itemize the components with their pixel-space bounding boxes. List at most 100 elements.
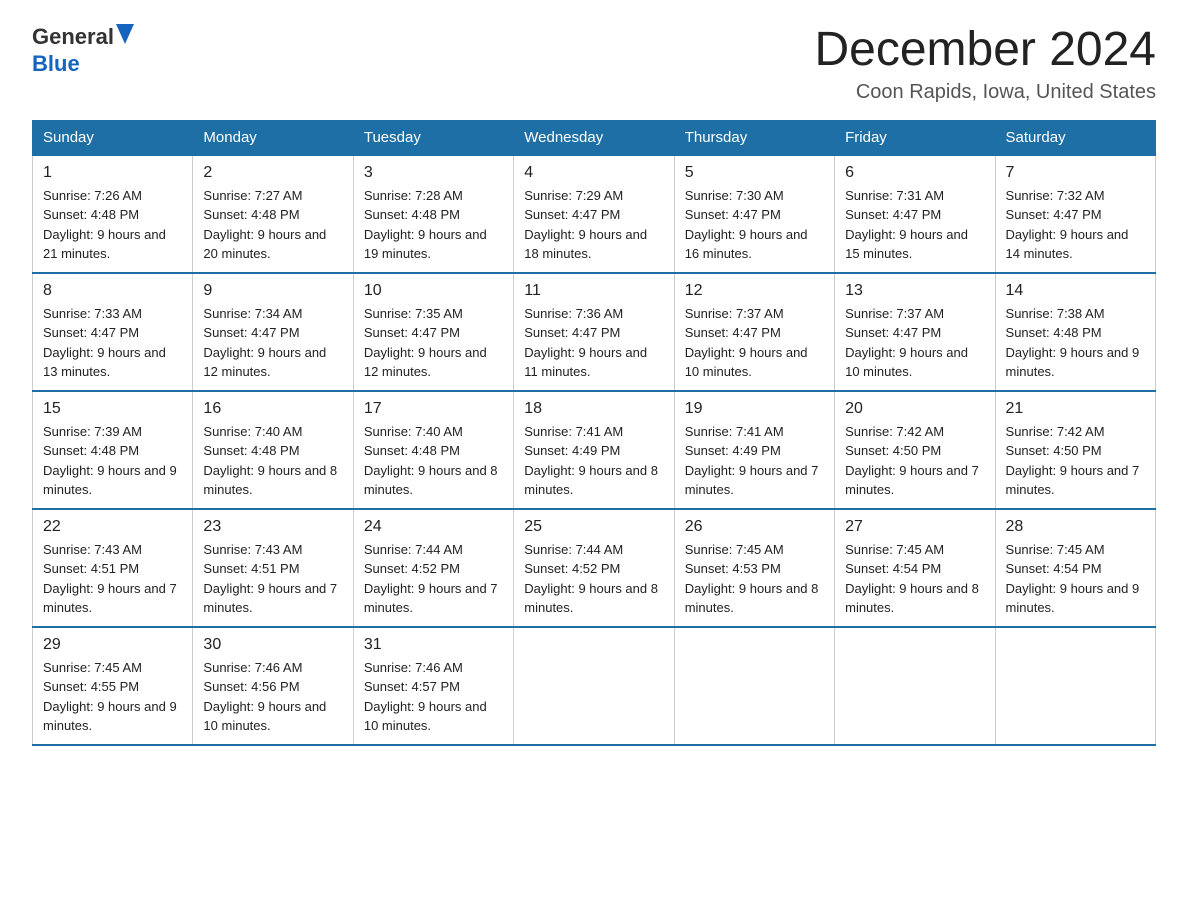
day-info: Sunrise: 7:37 AMSunset: 4:47 PMDaylight:… (685, 306, 808, 380)
day-number: 20 (845, 400, 984, 418)
calendar-week-row: 29 Sunrise: 7:45 AMSunset: 4:55 PMDaylig… (33, 627, 1156, 745)
day-info: Sunrise: 7:33 AMSunset: 4:47 PMDaylight:… (43, 306, 166, 380)
day-info: Sunrise: 7:39 AMSunset: 4:48 PMDaylight:… (43, 424, 177, 498)
table-row: 9 Sunrise: 7:34 AMSunset: 4:47 PMDayligh… (193, 273, 353, 391)
day-info: Sunrise: 7:32 AMSunset: 4:47 PMDaylight:… (1006, 188, 1129, 262)
day-number: 31 (364, 636, 503, 654)
day-number: 17 (364, 400, 503, 418)
calendar-week-row: 1 Sunrise: 7:26 AMSunset: 4:48 PMDayligh… (33, 155, 1156, 273)
day-info: Sunrise: 7:26 AMSunset: 4:48 PMDaylight:… (43, 188, 166, 262)
day-number: 24 (364, 518, 503, 536)
table-row: 19 Sunrise: 7:41 AMSunset: 4:49 PMDaylig… (674, 391, 834, 509)
logo-triangle-icon (116, 24, 134, 49)
day-info: Sunrise: 7:38 AMSunset: 4:48 PMDaylight:… (1006, 306, 1140, 380)
day-number: 28 (1006, 518, 1145, 536)
table-row (514, 627, 674, 745)
table-row: 3 Sunrise: 7:28 AMSunset: 4:48 PMDayligh… (353, 155, 513, 273)
day-number: 7 (1006, 164, 1145, 182)
day-info: Sunrise: 7:31 AMSunset: 4:47 PMDaylight:… (845, 188, 968, 262)
table-row: 8 Sunrise: 7:33 AMSunset: 4:47 PMDayligh… (33, 273, 193, 391)
table-row: 23 Sunrise: 7:43 AMSunset: 4:51 PMDaylig… (193, 509, 353, 627)
day-info: Sunrise: 7:44 AMSunset: 4:52 PMDaylight:… (524, 542, 658, 616)
day-info: Sunrise: 7:28 AMSunset: 4:48 PMDaylight:… (364, 188, 487, 262)
table-row: 28 Sunrise: 7:45 AMSunset: 4:54 PMDaylig… (995, 509, 1155, 627)
day-number: 25 (524, 518, 663, 536)
table-row: 11 Sunrise: 7:36 AMSunset: 4:47 PMDaylig… (514, 273, 674, 391)
day-info: Sunrise: 7:40 AMSunset: 4:48 PMDaylight:… (203, 424, 337, 498)
day-info: Sunrise: 7:46 AMSunset: 4:57 PMDaylight:… (364, 660, 487, 734)
day-number: 1 (43, 164, 182, 182)
table-row: 6 Sunrise: 7:31 AMSunset: 4:47 PMDayligh… (835, 155, 995, 273)
day-info: Sunrise: 7:34 AMSunset: 4:47 PMDaylight:… (203, 306, 326, 380)
day-number: 26 (685, 518, 824, 536)
day-info: Sunrise: 7:45 AMSunset: 4:53 PMDaylight:… (685, 542, 819, 616)
day-number: 9 (203, 282, 342, 300)
table-row: 14 Sunrise: 7:38 AMSunset: 4:48 PMDaylig… (995, 273, 1155, 391)
day-number: 18 (524, 400, 663, 418)
day-info: Sunrise: 7:42 AMSunset: 4:50 PMDaylight:… (845, 424, 979, 498)
col-sunday: Sunday (33, 120, 193, 155)
subtitle: Coon Rapids, Iowa, United States (814, 81, 1156, 104)
table-row: 24 Sunrise: 7:44 AMSunset: 4:52 PMDaylig… (353, 509, 513, 627)
table-row: 31 Sunrise: 7:46 AMSunset: 4:57 PMDaylig… (353, 627, 513, 745)
table-row: 10 Sunrise: 7:35 AMSunset: 4:47 PMDaylig… (353, 273, 513, 391)
day-number: 27 (845, 518, 984, 536)
calendar-header-row: Sunday Monday Tuesday Wednesday Thursday… (33, 120, 1156, 155)
logo: General Blue (32, 24, 134, 77)
col-monday: Monday (193, 120, 353, 155)
day-info: Sunrise: 7:45 AMSunset: 4:54 PMDaylight:… (1006, 542, 1140, 616)
day-number: 30 (203, 636, 342, 654)
day-number: 12 (685, 282, 824, 300)
day-number: 3 (364, 164, 503, 182)
day-number: 13 (845, 282, 984, 300)
table-row: 1 Sunrise: 7:26 AMSunset: 4:48 PMDayligh… (33, 155, 193, 273)
day-number: 19 (685, 400, 824, 418)
table-row: 22 Sunrise: 7:43 AMSunset: 4:51 PMDaylig… (33, 509, 193, 627)
col-tuesday: Tuesday (353, 120, 513, 155)
table-row: 18 Sunrise: 7:41 AMSunset: 4:49 PMDaylig… (514, 391, 674, 509)
day-number: 22 (43, 518, 182, 536)
day-info: Sunrise: 7:45 AMSunset: 4:54 PMDaylight:… (845, 542, 979, 616)
day-info: Sunrise: 7:29 AMSunset: 4:47 PMDaylight:… (524, 188, 647, 262)
day-info: Sunrise: 7:44 AMSunset: 4:52 PMDaylight:… (364, 542, 498, 616)
table-row: 5 Sunrise: 7:30 AMSunset: 4:47 PMDayligh… (674, 155, 834, 273)
day-number: 6 (845, 164, 984, 182)
table-row: 29 Sunrise: 7:45 AMSunset: 4:55 PMDaylig… (33, 627, 193, 745)
col-friday: Friday (835, 120, 995, 155)
day-info: Sunrise: 7:36 AMSunset: 4:47 PMDaylight:… (524, 306, 647, 380)
day-number: 16 (203, 400, 342, 418)
day-info: Sunrise: 7:45 AMSunset: 4:55 PMDaylight:… (43, 660, 177, 734)
main-title: December 2024 (814, 24, 1156, 77)
logo-blue-text: Blue (32, 51, 80, 77)
table-row: 21 Sunrise: 7:42 AMSunset: 4:50 PMDaylig… (995, 391, 1155, 509)
table-row: 13 Sunrise: 7:37 AMSunset: 4:47 PMDaylig… (835, 273, 995, 391)
table-row (674, 627, 834, 745)
table-row: 17 Sunrise: 7:40 AMSunset: 4:48 PMDaylig… (353, 391, 513, 509)
table-row: 4 Sunrise: 7:29 AMSunset: 4:47 PMDayligh… (514, 155, 674, 273)
day-info: Sunrise: 7:40 AMSunset: 4:48 PMDaylight:… (364, 424, 498, 498)
table-row: 12 Sunrise: 7:37 AMSunset: 4:47 PMDaylig… (674, 273, 834, 391)
day-info: Sunrise: 7:41 AMSunset: 4:49 PMDaylight:… (685, 424, 819, 498)
day-number: 15 (43, 400, 182, 418)
table-row: 30 Sunrise: 7:46 AMSunset: 4:56 PMDaylig… (193, 627, 353, 745)
table-row (835, 627, 995, 745)
table-row (995, 627, 1155, 745)
day-number: 21 (1006, 400, 1145, 418)
title-section: December 2024 Coon Rapids, Iowa, United … (814, 24, 1156, 104)
day-info: Sunrise: 7:30 AMSunset: 4:47 PMDaylight:… (685, 188, 808, 262)
day-info: Sunrise: 7:43 AMSunset: 4:51 PMDaylight:… (203, 542, 337, 616)
day-number: 5 (685, 164, 824, 182)
day-info: Sunrise: 7:41 AMSunset: 4:49 PMDaylight:… (524, 424, 658, 498)
col-wednesday: Wednesday (514, 120, 674, 155)
day-info: Sunrise: 7:35 AMSunset: 4:47 PMDaylight:… (364, 306, 487, 380)
calendar-table: Sunday Monday Tuesday Wednesday Thursday… (32, 120, 1156, 746)
table-row: 16 Sunrise: 7:40 AMSunset: 4:48 PMDaylig… (193, 391, 353, 509)
day-number: 11 (524, 282, 663, 300)
calendar-week-row: 8 Sunrise: 7:33 AMSunset: 4:47 PMDayligh… (33, 273, 1156, 391)
table-row: 27 Sunrise: 7:45 AMSunset: 4:54 PMDaylig… (835, 509, 995, 627)
col-thursday: Thursday (674, 120, 834, 155)
calendar-week-row: 22 Sunrise: 7:43 AMSunset: 4:51 PMDaylig… (33, 509, 1156, 627)
day-info: Sunrise: 7:43 AMSunset: 4:51 PMDaylight:… (43, 542, 177, 616)
logo-general-text: General (32, 25, 114, 49)
table-row: 7 Sunrise: 7:32 AMSunset: 4:47 PMDayligh… (995, 155, 1155, 273)
